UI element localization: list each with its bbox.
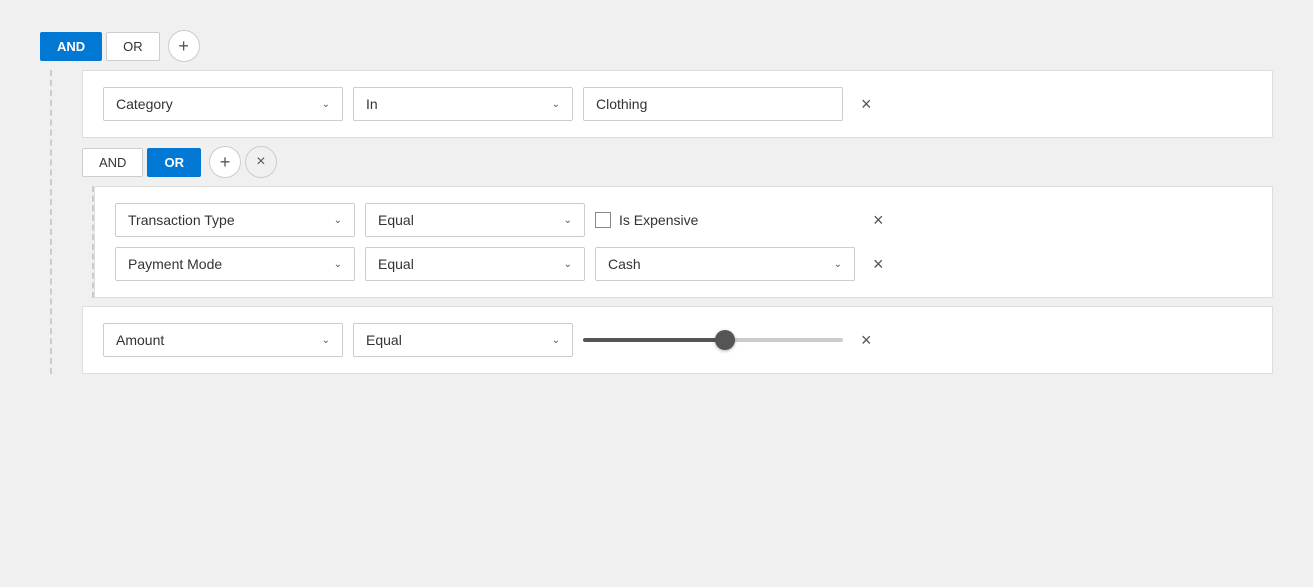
payment-mode-operator-label: Equal [378, 256, 414, 272]
amount-field-chevron-icon: ⌄ [322, 335, 330, 346]
top-logic-bar: AND OR + [40, 30, 1273, 62]
top-add-button[interactable]: + [168, 30, 200, 62]
category-field-label: Category [116, 96, 173, 112]
category-field-dropdown[interactable]: Category ⌄ [103, 87, 343, 121]
payment-mode-operator-dropdown[interactable]: Equal ⌄ [365, 247, 585, 281]
amount-operator-label: Equal [366, 332, 402, 348]
transaction-type-operator-dropdown[interactable]: Equal ⌄ [365, 203, 585, 237]
category-value-text: Clothing [596, 96, 647, 112]
is-expensive-checkbox-area: Is Expensive [595, 212, 855, 228]
amount-field-dropdown[interactable]: Amount ⌄ [103, 323, 343, 357]
or-group-or-button[interactable]: OR [147, 148, 201, 177]
category-operator-dropdown[interactable]: In ⌄ [353, 87, 573, 121]
amount-condition-block: Amount ⌄ Equal ⌄ × [82, 306, 1273, 374]
category-close-button[interactable]: × [853, 90, 880, 119]
payment-mode-value-chevron-icon: ⌄ [834, 259, 842, 270]
filter-builder: AND OR + Category ⌄ In ⌄ Clothing × [20, 20, 1293, 392]
transaction-type-field-label: Transaction Type [128, 212, 235, 228]
payment-mode-row: Payment Mode ⌄ Equal ⌄ Cash ⌄ × [115, 247, 1252, 281]
top-and-button[interactable]: AND [40, 32, 102, 61]
or-group-and-button[interactable]: AND [82, 148, 143, 177]
transaction-type-field-dropdown[interactable]: Transaction Type ⌄ [115, 203, 355, 237]
transaction-type-operator-label: Equal [378, 212, 414, 228]
category-operator-chevron-icon: ⌄ [552, 99, 560, 110]
payment-mode-field-chevron-icon: ⌄ [334, 259, 342, 270]
category-condition-row: Category ⌄ In ⌄ Clothing × [103, 87, 1252, 121]
transaction-type-operator-chevron-icon: ⌄ [564, 215, 572, 226]
or-group-inner-block: Transaction Type ⌄ Equal ⌄ Is Expensive … [94, 186, 1273, 298]
category-operator-label: In [366, 96, 378, 112]
category-value-box: Clothing [583, 87, 843, 121]
or-group-bar: AND OR + × [82, 146, 1273, 178]
transaction-type-chevron-icon: ⌄ [334, 215, 342, 226]
amount-condition-row: Amount ⌄ Equal ⌄ × [103, 323, 1252, 357]
is-expensive-label: Is Expensive [619, 212, 698, 228]
payment-mode-value-label: Cash [608, 256, 641, 272]
is-expensive-checkbox[interactable] [595, 212, 611, 228]
amount-slider-container [583, 338, 843, 342]
top-group-wrapper: Category ⌄ In ⌄ Clothing × AND OR + × [50, 70, 1273, 374]
or-group-container: AND OR + × Transaction Type ⌄ Equal [82, 146, 1273, 298]
amount-slider[interactable] [583, 338, 843, 342]
payment-mode-field-label: Payment Mode [128, 256, 222, 272]
amount-field-label: Amount [116, 332, 164, 348]
payment-mode-operator-chevron-icon: ⌄ [564, 259, 572, 270]
category-condition-block: Category ⌄ In ⌄ Clothing × [82, 70, 1273, 138]
transaction-type-close-button[interactable]: × [865, 206, 892, 235]
amount-operator-chevron-icon: ⌄ [552, 335, 560, 346]
payment-mode-field-dropdown[interactable]: Payment Mode ⌄ [115, 247, 355, 281]
amount-operator-dropdown[interactable]: Equal ⌄ [353, 323, 573, 357]
or-group-close-button[interactable]: × [245, 146, 277, 178]
amount-close-button[interactable]: × [853, 326, 880, 355]
top-or-button[interactable]: OR [106, 32, 160, 61]
transaction-type-row: Transaction Type ⌄ Equal ⌄ Is Expensive … [115, 203, 1252, 237]
payment-mode-value-dropdown[interactable]: Cash ⌄ [595, 247, 855, 281]
or-group-add-button[interactable]: + [209, 146, 241, 178]
payment-mode-close-button[interactable]: × [865, 250, 892, 279]
or-group-inner-wrapper: Transaction Type ⌄ Equal ⌄ Is Expensive … [92, 186, 1273, 298]
category-field-chevron-icon: ⌄ [322, 99, 330, 110]
